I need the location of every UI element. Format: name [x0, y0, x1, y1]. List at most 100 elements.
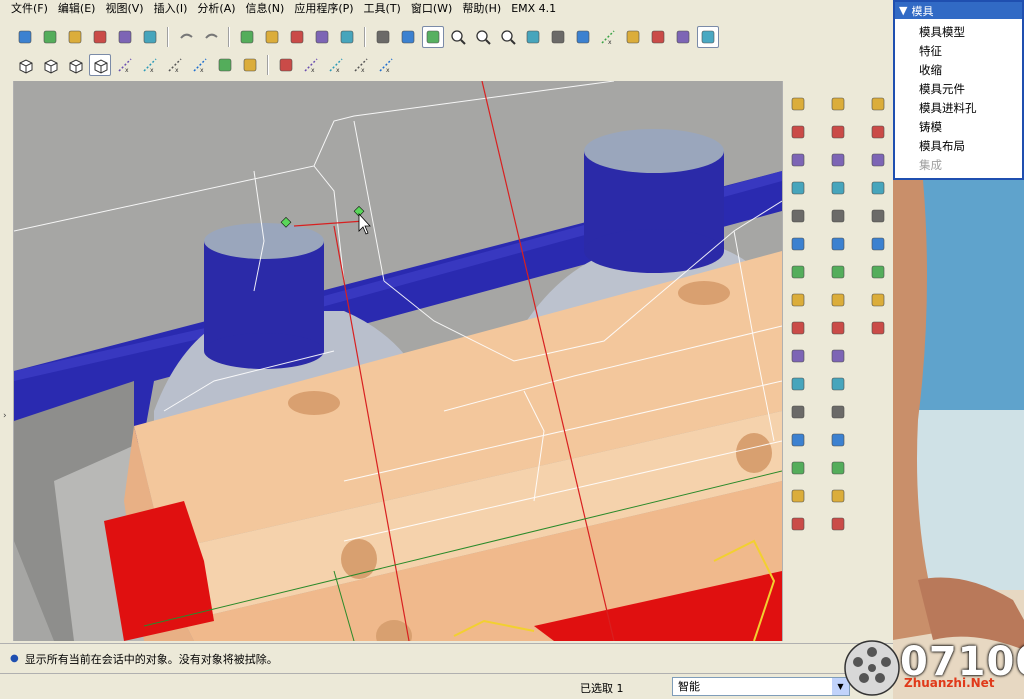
combine-icon[interactable]: [827, 345, 849, 367]
runner-icon[interactable]: [787, 261, 809, 283]
save-icon[interactable]: [114, 26, 136, 48]
left-splitter[interactable]: ›: [0, 81, 14, 641]
db-icon[interactable]: [787, 401, 809, 423]
hidden-line-icon[interactable]: [647, 26, 669, 48]
mirror-icon[interactable]: [827, 401, 849, 423]
menu-item[interactable]: 插入(I): [149, 0, 193, 18]
paste-icon[interactable]: [286, 26, 308, 48]
menu-item[interactable]: 视图(V): [100, 0, 148, 18]
axis-icon[interactable]: [867, 149, 889, 171]
plane-display-icon[interactable]: x: [300, 54, 322, 76]
datum-csys-icon[interactable]: x: [189, 54, 211, 76]
grid-icon[interactable]: [827, 485, 849, 507]
menu-item[interactable]: 编辑(E): [53, 0, 101, 18]
save-copy-icon[interactable]: [139, 26, 161, 48]
layout-icon[interactable]: [787, 373, 809, 395]
sprue-icon[interactable]: [787, 233, 809, 255]
open-folder-icon[interactable]: [64, 26, 86, 48]
stack-icon[interactable]: [827, 317, 849, 339]
draft-icon[interactable]: [827, 121, 849, 143]
panel-menu-item[interactable]: 模具进料孔: [919, 99, 1022, 118]
parallelogram-icon[interactable]: [867, 261, 889, 283]
undo-icon[interactable]: [175, 26, 197, 48]
no-hidden-icon[interactable]: [672, 26, 694, 48]
scale-icon[interactable]: [827, 149, 849, 171]
menu-item[interactable]: 应用程序(P): [289, 0, 358, 18]
panel-menu-item[interactable]: 特征: [919, 42, 1022, 61]
cylinder-icon[interactable]: [827, 233, 849, 255]
color-wheel-icon[interactable]: [236, 26, 258, 48]
point-display-icon[interactable]: x: [350, 54, 372, 76]
mold-model-icon[interactable]: [787, 93, 809, 115]
arrow-icon[interactable]: [827, 513, 849, 535]
panel-menu-item[interactable]: 收缩: [919, 61, 1022, 80]
waterline-icon[interactable]: [787, 289, 809, 311]
layer-icon[interactable]: [547, 26, 569, 48]
ejector-icon[interactable]: [787, 345, 809, 367]
splitter-arrow-icon[interactable]: ›: [3, 411, 7, 421]
intersect-icon[interactable]: [867, 317, 889, 339]
layers-icon[interactable]: [867, 289, 889, 311]
mold-feature-icon[interactable]: [787, 121, 809, 143]
model-viewport[interactable]: [14, 81, 782, 641]
new-icon[interactable]: [787, 205, 809, 227]
spin-center-icon[interactable]: [422, 26, 444, 48]
round-icon[interactable]: [827, 205, 849, 227]
panel-menu-item[interactable]: 模具模型: [919, 23, 1022, 42]
shrinkage-icon[interactable]: [787, 149, 809, 171]
paste-special-icon[interactable]: [311, 26, 333, 48]
datum-display-icon[interactable]: x: [597, 26, 619, 48]
cube-shaded-icon[interactable]: [89, 54, 111, 76]
panel-header[interactable]: ▼ 模具: [895, 2, 1022, 19]
menu-item[interactable]: 窗口(W): [406, 0, 457, 18]
mold-component-icon[interactable]: [787, 177, 809, 199]
pattern-icon[interactable]: [867, 121, 889, 143]
cube-view-3-icon[interactable]: [64, 54, 86, 76]
wave-icon[interactable]: [867, 177, 889, 199]
flat-icon[interactable]: [827, 261, 849, 283]
menu-item[interactable]: 工具(T): [359, 0, 406, 18]
split-icon[interactable]: [787, 429, 809, 451]
copy-icon[interactable]: [261, 26, 283, 48]
spline-icon[interactable]: [867, 205, 889, 227]
menu-item[interactable]: 信息(N): [241, 0, 290, 18]
selection-filter-dropdown[interactable]: 智能 ▼: [672, 677, 850, 696]
panel-menu-item[interactable]: 模具布局: [919, 137, 1022, 156]
skirt-icon[interactable]: [787, 513, 809, 535]
surface-icon[interactable]: [787, 457, 809, 479]
redo-icon[interactable]: [200, 26, 222, 48]
move-icon[interactable]: [827, 373, 849, 395]
new-file-icon[interactable]: [39, 26, 61, 48]
zoom-fit-icon[interactable]: [497, 26, 519, 48]
shading-icon[interactable]: [697, 26, 719, 48]
sketch-icon[interactable]: [827, 457, 849, 479]
cube-view-2-icon[interactable]: [39, 54, 61, 76]
panel-menu-item[interactable]: 铸模: [919, 118, 1022, 137]
edge-icon[interactable]: [787, 317, 809, 339]
assembly-icon[interactable]: [827, 429, 849, 451]
curve-x-icon[interactable]: [867, 93, 889, 115]
view-manager-icon[interactable]: [372, 26, 394, 48]
shape-icon[interactable]: [827, 289, 849, 311]
collapse-arrow-icon[interactable]: ▼: [899, 4, 907, 17]
session-folder-icon[interactable]: [14, 26, 36, 48]
datum-plane-icon[interactable]: x: [114, 54, 136, 76]
extrude-icon[interactable]: [827, 177, 849, 199]
csys-display-icon[interactable]: x: [375, 54, 397, 76]
menu-item[interactable]: EMX 4.1: [506, 0, 561, 18]
datum-axis-icon[interactable]: x: [139, 54, 161, 76]
insert-icon[interactable]: [827, 93, 849, 115]
volume-icon[interactable]: [787, 485, 809, 507]
edit-params-icon[interactable]: [397, 26, 419, 48]
panel-menu-item[interactable]: 模具元件: [919, 80, 1022, 99]
datum-point-icon[interactable]: x: [164, 54, 186, 76]
axis-display-icon[interactable]: x: [325, 54, 347, 76]
image-icon[interactable]: [239, 54, 261, 76]
wireframe-icon[interactable]: [622, 26, 644, 48]
redraw-icon[interactable]: [522, 26, 544, 48]
menu-item[interactable]: 文件(F): [6, 0, 53, 18]
close-window-icon[interactable]: [275, 54, 297, 76]
menu-item[interactable]: 分析(A): [192, 0, 240, 18]
dimension-icon[interactable]: [572, 26, 594, 48]
cube-view-icon[interactable]: [14, 54, 36, 76]
